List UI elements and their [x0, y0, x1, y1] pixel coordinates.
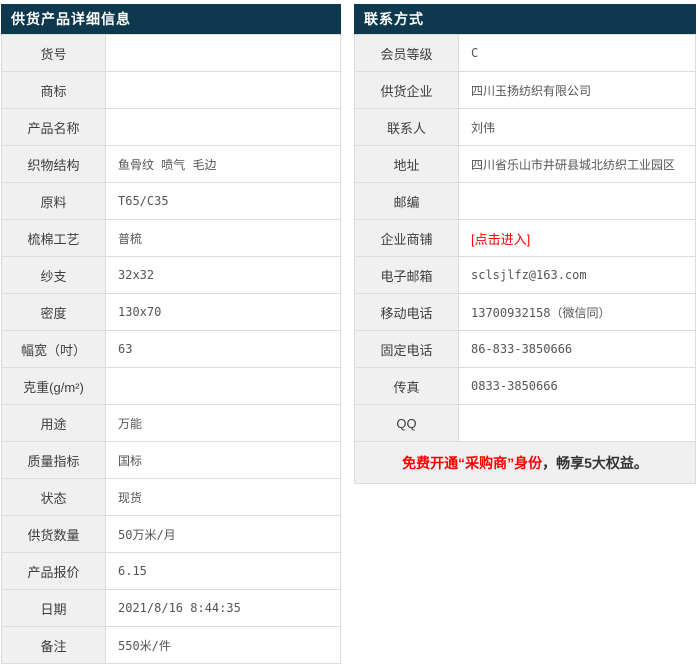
product-detail-title: 供货产品详细信息 — [1, 4, 341, 34]
row-value: 63 — [106, 331, 341, 368]
row-label: 梳棉工艺 — [2, 220, 106, 257]
row-value: 2021/8/16 8:44:35 — [106, 590, 341, 627]
promo-rest-text: ，畅享5大权益。 — [542, 455, 648, 471]
row-label: 产品报价 — [2, 553, 106, 590]
row-value: 50万米/月 — [106, 516, 341, 553]
row-value — [106, 109, 341, 146]
table-row: 会员等级C — [355, 35, 696, 72]
row-value: 刘伟 — [459, 109, 696, 146]
row-label: 电子邮箱 — [355, 257, 459, 294]
row-value: 鱼骨纹 喷气 毛边 — [106, 146, 341, 183]
row-label: 日期 — [2, 590, 106, 627]
table-row: 质量指标国标 — [2, 442, 341, 479]
row-label: 织物结构 — [2, 146, 106, 183]
table-row: 产品名称 — [2, 109, 341, 146]
row-label: 克重(g/m²) — [2, 368, 106, 405]
table-row: 梳棉工艺普梳 — [2, 220, 341, 257]
shop-enter-link[interactable]: [点击进入] — [459, 220, 696, 257]
table-row: 备注550米/件 — [2, 627, 341, 664]
contact-panel: 联系方式 会员等级C供货企业四川玉扬纺织有限公司联系人刘伟地址四川省乐山市井研县… — [354, 4, 696, 484]
row-value: T65/C35 — [106, 183, 341, 220]
row-label: 质量指标 — [2, 442, 106, 479]
promo-row: 免费开通“采购商”身份，畅享5大权益。 — [355, 442, 696, 484]
row-label: 邮编 — [355, 183, 459, 220]
row-value — [106, 368, 341, 405]
row-value — [459, 183, 696, 220]
table-row: 企业商铺[点击进入] — [355, 220, 696, 257]
table-row: QQ — [355, 405, 696, 442]
row-value: C — [459, 35, 696, 72]
table-row: 克重(g/m²) — [2, 368, 341, 405]
row-value: 32x32 — [106, 257, 341, 294]
row-value: 13700932158（微信同） — [459, 294, 696, 331]
table-row: 地址四川省乐山市井研县城北纺织工业园区 — [355, 146, 696, 183]
row-value: 550米/件 — [106, 627, 341, 664]
contact-title: 联系方式 — [354, 4, 696, 34]
table-row: 货号 — [2, 35, 341, 72]
row-value: 四川玉扬纺织有限公司 — [459, 72, 696, 109]
row-label: 企业商铺 — [355, 220, 459, 257]
row-label: QQ — [355, 405, 459, 442]
table-row: 用途万能 — [2, 405, 341, 442]
row-value: 普梳 — [106, 220, 341, 257]
table-row: 产品报价6.15 — [2, 553, 341, 590]
table-row: 纱支32x32 — [2, 257, 341, 294]
table-row: 日期2021/8/16 8:44:35 — [2, 590, 341, 627]
row-label: 传真 — [355, 368, 459, 405]
table-row: 供货企业四川玉扬纺织有限公司 — [355, 72, 696, 109]
promo-cell: 免费开通“采购商”身份，畅享5大权益。 — [355, 442, 696, 484]
row-label: 密度 — [2, 294, 106, 331]
row-value: sclsjlfz@163.com — [459, 257, 696, 294]
row-label: 会员等级 — [355, 35, 459, 72]
row-value: 130x70 — [106, 294, 341, 331]
row-value: 四川省乐山市井研县城北纺织工业园区 — [459, 146, 696, 183]
table-row: 邮编 — [355, 183, 696, 220]
row-label: 移动电话 — [355, 294, 459, 331]
row-label: 幅宽（吋） — [2, 331, 106, 368]
row-value: 6.15 — [106, 553, 341, 590]
row-label: 固定电话 — [355, 331, 459, 368]
table-row: 供货数量50万米/月 — [2, 516, 341, 553]
table-row: 密度130x70 — [2, 294, 341, 331]
row-label: 产品名称 — [2, 109, 106, 146]
row-label: 联系人 — [355, 109, 459, 146]
row-label: 纱支 — [2, 257, 106, 294]
row-value: 现货 — [106, 479, 341, 516]
product-detail-panel: 供货产品详细信息 货号商标产品名称织物结构鱼骨纹 喷气 毛边原料T65/C35梳… — [1, 4, 341, 664]
table-row: 联系人刘伟 — [355, 109, 696, 146]
row-value — [106, 72, 341, 109]
table-row: 幅宽（吋）63 — [2, 331, 341, 368]
row-label: 供货企业 — [355, 72, 459, 109]
table-row: 移动电话13700932158（微信同） — [355, 294, 696, 331]
contact-table: 会员等级C供货企业四川玉扬纺织有限公司联系人刘伟地址四川省乐山市井研县城北纺织工… — [354, 34, 696, 484]
row-label: 原料 — [2, 183, 106, 220]
row-value: 86-833-3850666 — [459, 331, 696, 368]
row-label: 用途 — [2, 405, 106, 442]
row-label: 供货数量 — [2, 516, 106, 553]
table-row: 电子邮箱sclsjlfz@163.com — [355, 257, 696, 294]
page: 供货产品详细信息 货号商标产品名称织物结构鱼骨纹 喷气 毛边原料T65/C35梳… — [0, 0, 697, 668]
row-label: 备注 — [2, 627, 106, 664]
table-row: 固定电话86-833-3850666 — [355, 331, 696, 368]
table-row: 状态现货 — [2, 479, 341, 516]
table-row: 商标 — [2, 72, 341, 109]
row-value — [106, 35, 341, 72]
row-label: 商标 — [2, 72, 106, 109]
row-label: 地址 — [355, 146, 459, 183]
table-row: 织物结构鱼骨纹 喷气 毛边 — [2, 146, 341, 183]
row-value: 万能 — [106, 405, 341, 442]
buyer-signup-link[interactable]: 免费开通“采购商”身份 — [402, 455, 542, 471]
row-value — [459, 405, 696, 442]
product-detail-table: 货号商标产品名称织物结构鱼骨纹 喷气 毛边原料T65/C35梳棉工艺普梳纱支32… — [1, 34, 341, 664]
row-value: 0833-3850666 — [459, 368, 696, 405]
row-label: 货号 — [2, 35, 106, 72]
table-row: 原料T65/C35 — [2, 183, 341, 220]
row-value: 国标 — [106, 442, 341, 479]
row-label: 状态 — [2, 479, 106, 516]
table-row: 传真0833-3850666 — [355, 368, 696, 405]
